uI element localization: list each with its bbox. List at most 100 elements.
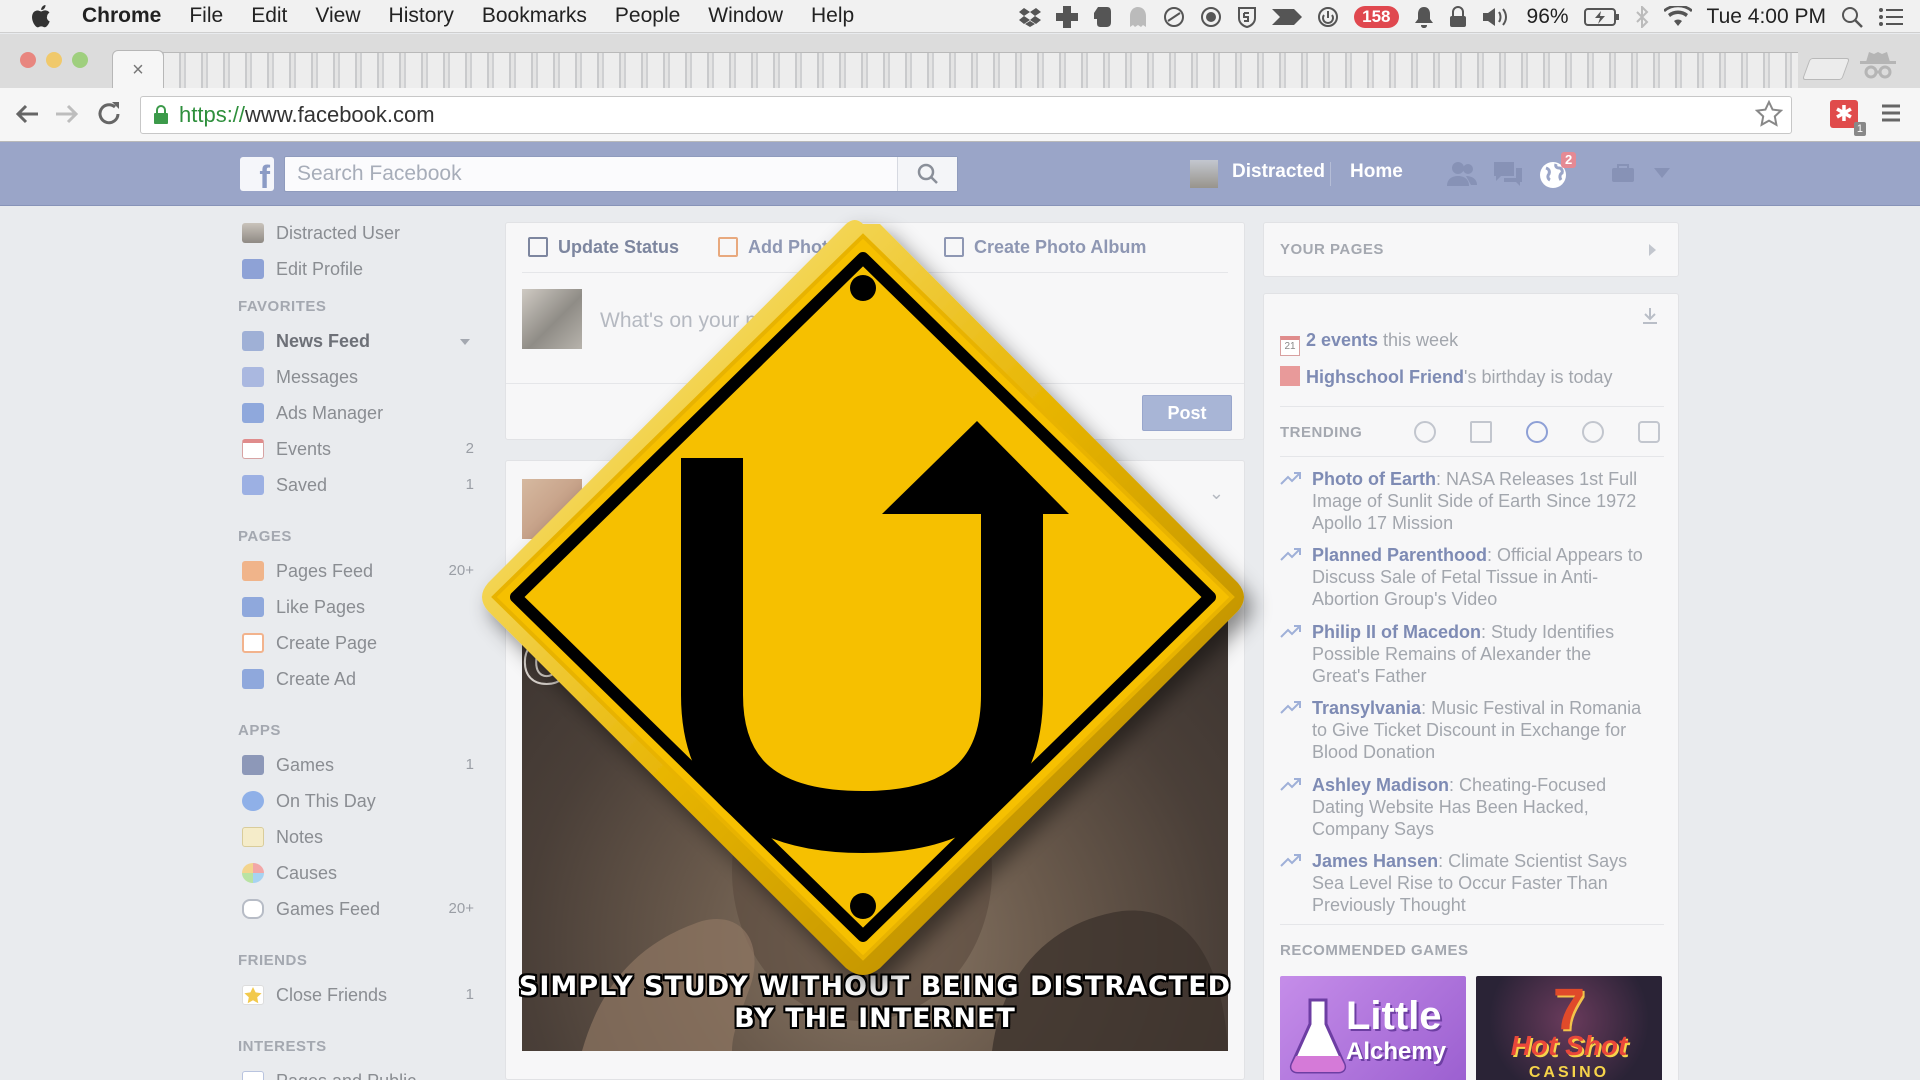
sidebar-item-like-pages[interactable]: Like Pages (238, 589, 478, 625)
back-arrow-icon[interactable] (12, 99, 42, 129)
zoom-window-button[interactable] (72, 52, 88, 68)
sidebar-item-games-feed[interactable]: Games Feed 20+ (238, 891, 478, 927)
sidebar-item-create-ad[interactable]: Create Ad (238, 661, 478, 697)
menu-bookmarks[interactable]: Bookmarks (482, 4, 587, 28)
menu-history[interactable]: History (389, 4, 454, 28)
menu-view[interactable]: View (315, 4, 360, 28)
menu-file[interactable]: File (189, 4, 223, 28)
minimize-window-button[interactable] (46, 52, 62, 68)
chevron-down-icon[interactable] (460, 339, 470, 345)
trending-sports-icon[interactable] (1582, 421, 1604, 443)
sidebar-item-pages-and-public[interactable]: Pages and Public (238, 1063, 478, 1080)
game-card-hot-shot-casino[interactable]: 7 Hot Shot CASINO (1476, 976, 1662, 1080)
forward-arrow-icon[interactable] (52, 99, 82, 129)
hamburger-menu-icon[interactable] (1880, 102, 1902, 124)
spotlight-search-icon[interactable] (1841, 6, 1863, 28)
menu-people[interactable]: People (615, 4, 680, 28)
menu-window[interactable]: Window (708, 4, 783, 28)
search-button[interactable] (897, 157, 957, 191)
game-card-little-alchemy[interactable]: Little Alchemy (1280, 976, 1466, 1080)
extension-icon[interactable]: ✱ 1 (1830, 100, 1866, 136)
address-bar[interactable]: https://www.facebook.com (140, 96, 1792, 134)
sidebar-item-causes[interactable]: Causes (238, 855, 478, 891)
trending-topic[interactable]: Philip II of Macedon (1312, 622, 1481, 642)
messages-jewel-icon[interactable] (1492, 160, 1524, 188)
record-icon[interactable] (1200, 6, 1222, 28)
trending-science-icon[interactable] (1526, 421, 1548, 443)
facebook-logo-icon[interactable]: f (240, 157, 274, 191)
trending-item[interactable]: James Hansen: Climate Scientist Says Sea… (1280, 850, 1652, 916)
trending-topic[interactable]: Ashley Madison (1312, 775, 1449, 795)
your-pages-box[interactable]: YOUR PAGES (1263, 222, 1679, 277)
profile-link[interactable]: Distracted (1232, 161, 1325, 183)
sidebar-item-close-friends[interactable]: Close Friends 1 (238, 977, 478, 1013)
sidebar-item-notes[interactable]: Notes (238, 819, 478, 855)
dropbox-icon[interactable] (1019, 7, 1042, 27)
chevron-down-icon[interactable]: ⌄ (1209, 483, 1224, 504)
trending-topic[interactable]: James Hansen (1312, 851, 1438, 871)
sidebar-item-edit-profile[interactable]: Edit Profile (238, 251, 478, 287)
sidebar-item-saved[interactable]: Saved 1 (238, 467, 478, 503)
trending-topic[interactable]: Transylvania (1312, 698, 1421, 718)
active-tab[interactable]: × (112, 50, 164, 90)
account-menu-caret-icon[interactable] (1654, 168, 1670, 178)
sidebar-item-messages[interactable]: Messages (238, 359, 478, 395)
trending-politics-icon[interactable] (1470, 421, 1492, 443)
birthday-friend[interactable]: Highschool Friend (1306, 367, 1464, 387)
plus-cross-icon[interactable] (1056, 5, 1079, 28)
birthday-reminder[interactable]: Highschool Friend's birthday is today (1280, 366, 1613, 388)
evernote-icon[interactable] (1093, 6, 1113, 28)
trending-item[interactable]: Photo of Earth: NASA Releases 1st Full I… (1280, 468, 1652, 534)
tab-close-icon[interactable]: × (132, 59, 144, 81)
power-circle-icon[interactable] (1317, 6, 1339, 28)
friend-requests-icon[interactable] (1446, 160, 1478, 188)
notification-center-icon[interactable] (1878, 6, 1904, 28)
circle-slash-icon[interactable] (1163, 6, 1185, 28)
tab-update-status[interactable]: Update Status (528, 237, 679, 258)
tab-create-photo-album[interactable]: Create Photo Album (944, 237, 1146, 258)
sidebar-item-profile[interactable]: Distracted User (238, 215, 478, 251)
menu-clock[interactable]: Tue 4:00 PM (1707, 5, 1826, 29)
sidebar-item-ads-manager[interactable]: Ads Manager (238, 395, 478, 431)
facebook-search-input[interactable]: Search Facebook (284, 156, 958, 192)
trending-item[interactable]: Ashley Madison: Cheating-Focused Dating … (1280, 774, 1652, 840)
status-input[interactable]: What's on your mind? (600, 309, 802, 333)
menu-help[interactable]: Help (811, 4, 854, 28)
bookmark-star-icon[interactable] (1755, 100, 1783, 128)
shield-5-icon[interactable] (1237, 6, 1257, 28)
trending-topic[interactable]: Photo of Earth (1312, 469, 1436, 489)
sidebar-item-games[interactable]: Games 1 (238, 747, 478, 783)
home-link[interactable]: Home (1350, 161, 1403, 183)
trending-entertainment-icon[interactable] (1638, 421, 1660, 443)
post-button[interactable]: Post (1142, 395, 1232, 431)
battery-charging-icon[interactable] (1583, 7, 1620, 27)
reload-icon[interactable] (94, 99, 124, 129)
events-reminder[interactable]: 21 2 events this week (1280, 330, 1458, 356)
notification-count-badge[interactable]: 158 (1354, 5, 1399, 28)
ghost-icon[interactable] (1128, 6, 1148, 28)
trending-all-icon[interactable] (1414, 421, 1436, 443)
chevrons-icon[interactable] (1272, 7, 1303, 27)
chevron-right-icon[interactable] (1648, 243, 1658, 257)
volume-icon[interactable] (1482, 6, 1512, 28)
bluetooth-icon[interactable] (1635, 5, 1649, 28)
wifi-icon[interactable] (1663, 5, 1692, 28)
apple-logo-icon[interactable] (28, 3, 52, 29)
sidebar-item-news-feed[interactable]: News Feed (238, 323, 478, 359)
story-author-avatar[interactable] (522, 479, 582, 539)
menu-edit[interactable]: Edit (251, 4, 287, 28)
trending-item[interactable]: Planned Parenthood: Official Appears to … (1280, 544, 1652, 610)
download-icon[interactable] (1640, 306, 1660, 326)
trending-item[interactable]: Transylvania: Music Festival in Romania … (1280, 697, 1652, 763)
trending-topic[interactable]: Planned Parenthood (1312, 545, 1487, 565)
bell-icon[interactable] (1414, 6, 1434, 28)
sidebar-item-on-this-day[interactable]: On This Day (238, 783, 478, 819)
new-tab-button[interactable] (1801, 58, 1851, 80)
privacy-shortcuts-icon[interactable] (1610, 160, 1640, 188)
menu-app-name[interactable]: Chrome (82, 4, 161, 28)
trending-item[interactable]: Philip II of Macedon: Study Identifies P… (1280, 621, 1652, 687)
tab-add-photo[interactable]: Add Photo (718, 237, 839, 258)
lock-icon[interactable] (1449, 5, 1467, 28)
sidebar-item-pages-feed[interactable]: Pages Feed 20+ (238, 553, 478, 589)
events-count[interactable]: 2 events (1306, 330, 1378, 350)
